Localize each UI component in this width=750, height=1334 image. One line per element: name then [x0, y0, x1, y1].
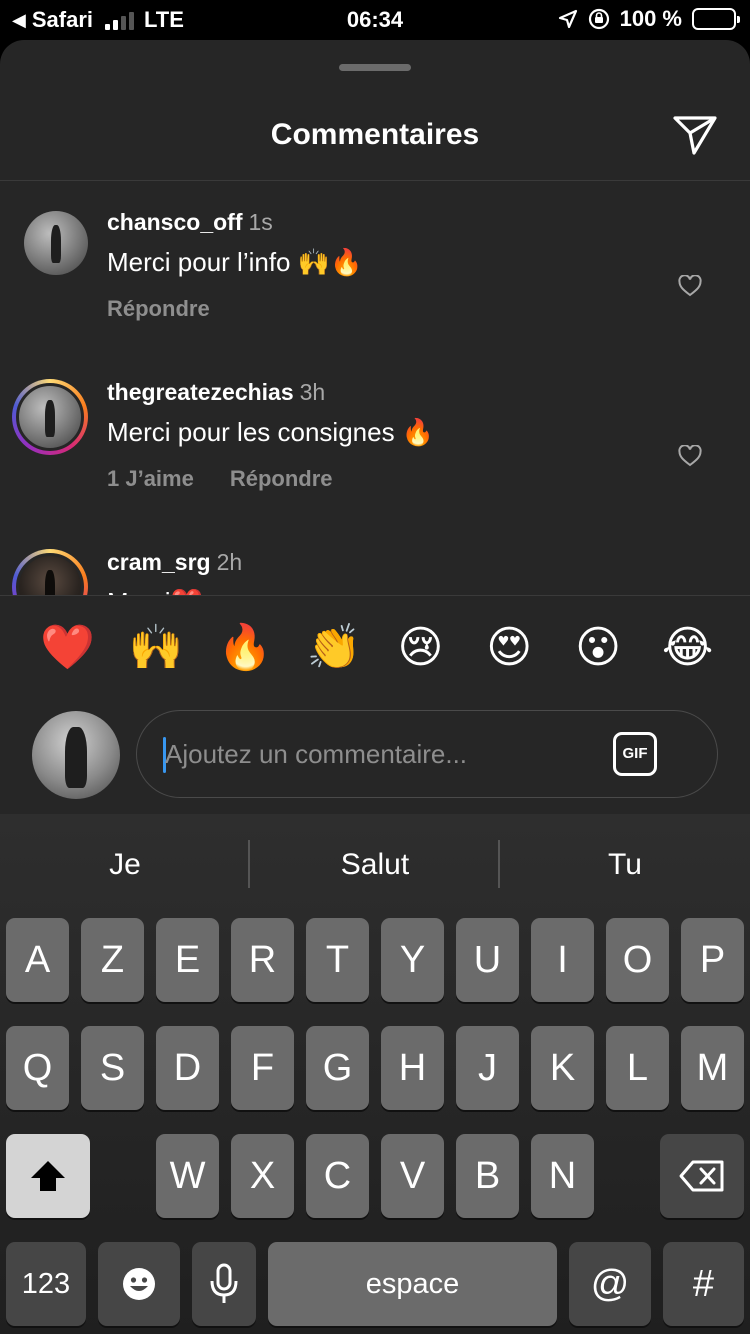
- key-a[interactable]: A: [6, 918, 69, 1002]
- numbers-key[interactable]: 123: [6, 1242, 86, 1326]
- emoji-laughing-button[interactable]: 😂: [662, 623, 713, 673]
- emoji-heart-eyes-button[interactable]: 😍: [484, 623, 534, 673]
- comment-item[interactable]: thegreatezechias 3h Merci pour les consig…: [0, 351, 750, 521]
- comment-item[interactable]: cram_srg2h Merci❤️: [0, 521, 750, 595]
- key-d[interactable]: D: [156, 1026, 219, 1110]
- emoji-fire-button[interactable]: 🔥: [218, 623, 273, 673]
- sheet-title: Commentaires: [270, 118, 480, 151]
- suggestion-1[interactable]: Je: [0, 848, 250, 882]
- comment-time: 1s: [248, 209, 273, 235]
- emoji-key[interactable]: [98, 1242, 180, 1326]
- key-o[interactable]: O: [606, 918, 669, 1002]
- location-icon: [558, 9, 577, 29]
- likes-count[interactable]: 1 J’aime: [107, 466, 194, 492]
- key-g[interactable]: G: [306, 1026, 369, 1110]
- comment-placeholder: Ajoutez un commentaire...: [165, 739, 468, 769]
- emoji-keyboard-icon: [123, 1268, 155, 1300]
- battery-icon: [692, 8, 740, 30]
- avatar[interactable]: [12, 379, 88, 455]
- quick-emoji-bar: ❤️ 🙌 🔥 👏 😢 😍 😮 😂: [0, 623, 750, 673]
- key-u[interactable]: U: [456, 918, 519, 1002]
- my-avatar: [32, 711, 120, 799]
- send-icon[interactable]: [672, 113, 718, 157]
- key-f[interactable]: F: [231, 1026, 294, 1110]
- key-p[interactable]: P: [681, 918, 744, 1002]
- emoji-bar-divider: [0, 595, 750, 596]
- key-t[interactable]: T: [306, 918, 369, 1002]
- key-r[interactable]: R: [231, 918, 294, 1002]
- key-b[interactable]: B: [456, 1134, 519, 1218]
- comment-username[interactable]: chansco_off 1s: [107, 209, 273, 236]
- drag-handle[interactable]: [339, 64, 411, 71]
- comment-text: Merci pour l’info 🙌🔥: [107, 247, 363, 277]
- suggestion-3[interactable]: Tu: [500, 848, 750, 882]
- key-i[interactable]: I: [531, 918, 594, 1002]
- backspace-icon: [679, 1160, 724, 1192]
- key-z[interactable]: Z: [81, 918, 144, 1002]
- key-c[interactable]: C: [306, 1134, 369, 1218]
- key-l[interactable]: L: [606, 1026, 669, 1110]
- key-n[interactable]: N: [531, 1134, 594, 1218]
- shift-key[interactable]: [6, 1134, 90, 1218]
- heart-icon[interactable]: [678, 275, 702, 297]
- key-q[interactable]: Q: [6, 1026, 69, 1110]
- emoji-heart-button[interactable]: ❤️: [40, 623, 95, 673]
- battery-percent: 100 %: [619, 6, 682, 31]
- comment-item[interactable]: chansco_off 1s Merci pour l’info 🙌🔥 Répon…: [0, 181, 750, 351]
- comments-list[interactable]: chansco_off 1s Merci pour l’info 🙌🔥 Répon…: [0, 181, 750, 595]
- emoji-surprised-button[interactable]: 😮: [573, 623, 623, 673]
- comment-time: 3h: [299, 379, 326, 405]
- predictive-bar: Je Salut Tu: [0, 814, 750, 914]
- reply-button[interactable]: Répondre: [107, 296, 210, 322]
- space-key[interactable]: espace: [268, 1242, 557, 1326]
- key-v[interactable]: V: [381, 1134, 444, 1218]
- dictation-key[interactable]: [192, 1242, 256, 1326]
- comment-username[interactable]: thegreatezechias 3h: [107, 379, 325, 406]
- avatar[interactable]: [12, 549, 88, 595]
- keyboard: Je Salut Tu A Z E R T Y U I O P Q S D F …: [0, 814, 750, 1334]
- emoji-raised-hands-button[interactable]: 🙌: [129, 623, 184, 673]
- key-w[interactable]: W: [156, 1134, 219, 1218]
- key-h[interactable]: H: [381, 1026, 444, 1110]
- comments-sheet: Commentaires chansco_off 1s Merci pour l’…: [0, 40, 750, 814]
- status-right: 100 %: [558, 6, 740, 32]
- key-x[interactable]: X: [231, 1134, 294, 1218]
- emoji-crying-button[interactable]: 😢: [395, 623, 445, 673]
- key-y[interactable]: Y: [381, 918, 444, 1002]
- shift-icon: [31, 1161, 65, 1191]
- key-m[interactable]: M: [681, 1026, 744, 1110]
- comment-text: Merci❤️: [107, 587, 203, 595]
- key-e[interactable]: E: [156, 918, 219, 1002]
- comment-username[interactable]: cram_srg 2h: [107, 549, 242, 576]
- rotation-lock-icon: [588, 8, 609, 30]
- avatar[interactable]: [24, 211, 88, 275]
- suggestion-2[interactable]: Salut: [250, 848, 500, 882]
- heart-icon[interactable]: [678, 445, 702, 467]
- key-k[interactable]: K: [531, 1026, 594, 1110]
- status-bar: ◀ Safari LTE 06:34 100 %: [0, 0, 750, 40]
- gif-button[interactable]: GIF: [613, 732, 657, 776]
- hash-key[interactable]: #: [663, 1242, 744, 1326]
- key-s[interactable]: S: [81, 1026, 144, 1110]
- comment-text: Merci pour les consignes 🔥: [107, 417, 435, 447]
- emoji-clap-button[interactable]: 👏: [307, 623, 362, 673]
- at-key[interactable]: @: [569, 1242, 651, 1326]
- reply-button[interactable]: Répondre: [230, 466, 333, 492]
- comment-input[interactable]: Ajoutez un commentaire... GIF: [136, 710, 718, 798]
- comment-time: 2h: [216, 549, 243, 575]
- backspace-key[interactable]: [660, 1134, 744, 1218]
- microphone-icon: [210, 1263, 238, 1303]
- key-j[interactable]: J: [456, 1026, 519, 1110]
